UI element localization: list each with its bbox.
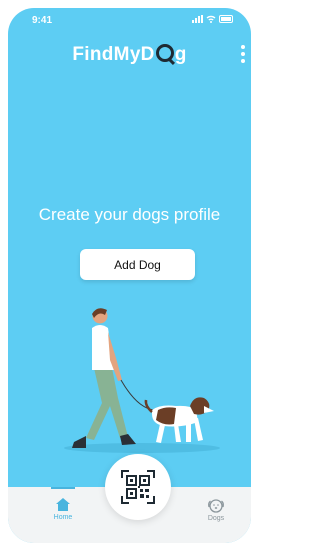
add-dog-button[interactable]: Add Dog (80, 249, 195, 280)
home-icon (56, 498, 70, 511)
logo-text-end: g (174, 44, 187, 65)
nav-home[interactable]: Home (33, 497, 93, 521)
status-icons (192, 15, 233, 23)
wifi-icon (206, 15, 216, 23)
dog-icon (208, 499, 224, 513)
app-screen: 9:41 FindMyD g Create your dogs profile A… (8, 8, 251, 543)
signal-icon (192, 15, 203, 23)
status-bar: 9:41 (8, 8, 251, 32)
qr-scan-icon (121, 470, 155, 504)
logo-text-start: FindMyD (72, 44, 155, 65)
nav-dogs[interactable]: Dogs (186, 497, 246, 522)
man-walking-dog-illustration (64, 308, 220, 453)
status-time: 9:41 (32, 15, 53, 26)
battery-icon (219, 15, 233, 23)
kebab-menu-icon[interactable] (241, 45, 245, 63)
nav-home-label: Home (53, 514, 73, 521)
page-headline: Create your dogs profile (38, 205, 221, 224)
active-tab-indicator (51, 487, 75, 489)
qr-scan-button[interactable] (105, 454, 171, 520)
magnifier-icon (155, 44, 174, 62)
app-logo: FindMyD g (8, 42, 251, 66)
nav-dogs-label: Dogs (207, 515, 225, 522)
